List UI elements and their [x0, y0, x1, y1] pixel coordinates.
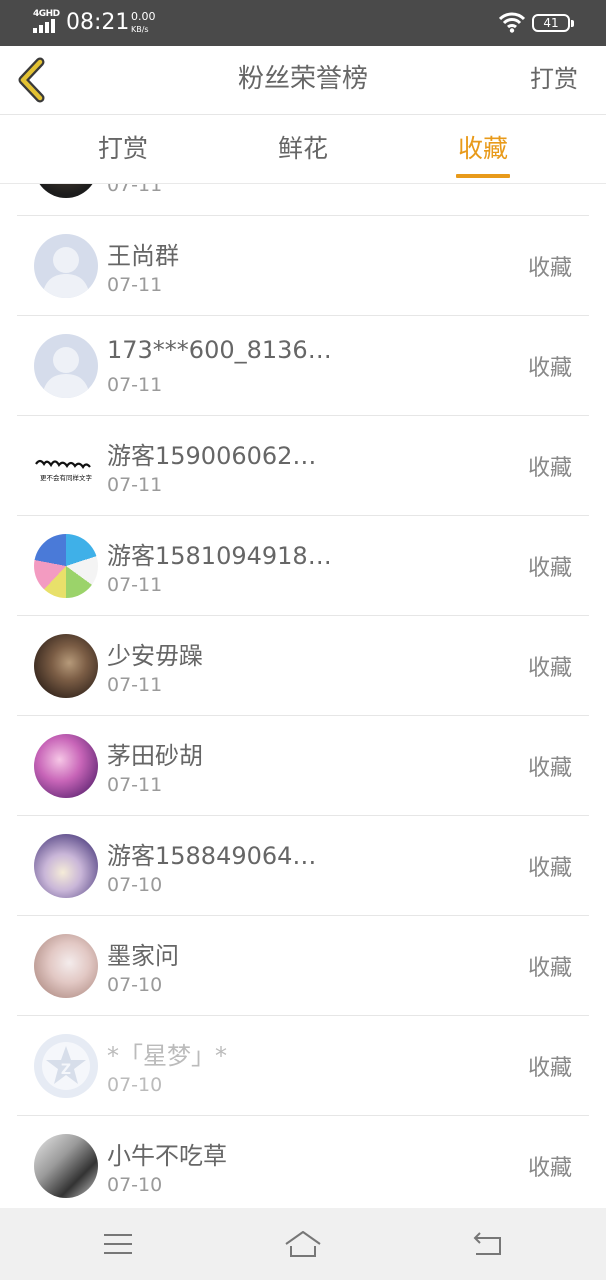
clock: 08:21: [66, 10, 130, 35]
fan-list[interactable]: 07-11 王尚群 07-11 收藏 173***600_8136… 07-11…: [0, 184, 606, 1208]
item-name: 小牛不吃草: [107, 1142, 227, 1170]
list-item[interactable]: 小牛不吃草 07-10 收藏: [17, 1116, 589, 1208]
menu-icon[interactable]: [98, 1226, 138, 1262]
item-type: 收藏: [527, 356, 572, 381]
default-user-icon: [42, 347, 90, 398]
tab-favorites[interactable]: 收藏: [403, 115, 563, 183]
item-name: 茅田砂胡: [107, 742, 203, 770]
item-date: 07-11: [107, 274, 163, 296]
list-item[interactable]: 更不会有同样文字 游客159006062… 07-11 收藏: [17, 416, 589, 516]
item-date: 07-11: [107, 574, 163, 596]
avatar: [34, 334, 98, 398]
tab-bar: 打赏 鲜花 收藏: [0, 115, 606, 184]
avatar: Z: [34, 1034, 98, 1098]
item-type: 收藏: [527, 956, 572, 981]
avatar: [34, 184, 98, 198]
status-bar: 4GHD 08:21 0.00 KB/s 41: [0, 0, 606, 46]
reward-button[interactable]: 打赏: [530, 46, 578, 114]
item-type: 收藏: [527, 556, 572, 581]
wifi-icon: [499, 12, 525, 33]
item-name: 游客1581094918…: [107, 542, 332, 570]
item-name: 王尚群: [107, 242, 179, 270]
qq-logo-icon: Z: [42, 1042, 90, 1090]
item-type: 收藏: [527, 456, 572, 481]
battery-tip: [571, 20, 574, 27]
item-date: 07-11: [107, 184, 163, 196]
avatar: [34, 634, 98, 698]
list-item[interactable]: 游客1581094918… 07-11 收藏: [17, 516, 589, 616]
active-tab-indicator: [456, 174, 510, 178]
item-type: 收藏: [527, 256, 572, 281]
battery-icon: 41: [532, 14, 570, 32]
item-name: 游客158849064…: [107, 842, 317, 870]
item-date: 07-10: [107, 874, 163, 896]
item-date: 07-11: [107, 774, 163, 796]
item-name: 墨家问: [107, 942, 179, 970]
item-name: 游客159006062…: [107, 442, 317, 470]
item-date: 07-11: [107, 374, 163, 396]
default-user-icon: [42, 247, 90, 298]
avatar: 更不会有同样文字: [34, 434, 98, 498]
system-nav-bar: [0, 1208, 606, 1280]
tab-label: 鲜花: [277, 134, 328, 163]
tab-reward[interactable]: 打赏: [43, 115, 203, 183]
item-date: 07-10: [107, 1174, 163, 1196]
network-type: 4GHD: [33, 9, 60, 19]
list-item[interactable]: 游客158849064… 07-10 收藏: [17, 816, 589, 916]
signal-icon: [33, 19, 55, 33]
item-type: 收藏: [527, 1156, 572, 1181]
item-date: 07-10: [107, 1074, 163, 1096]
avatar: [34, 934, 98, 998]
item-date: 07-10: [107, 974, 163, 996]
item-name: 173***600_8136…: [107, 336, 332, 364]
tab-label: 打赏: [97, 134, 148, 163]
avatar-caption: 更不会有同样文字: [40, 473, 93, 482]
back-icon[interactable]: [468, 1226, 508, 1262]
item-date: 07-11: [107, 474, 163, 496]
list-item[interactable]: 茅田砂胡 07-11 收藏: [17, 716, 589, 816]
back-arrow-icon[interactable]: [14, 56, 48, 104]
title-bar: 粉丝荣誉榜 打赏: [0, 46, 606, 115]
list-item[interactable]: 墨家问 07-10 收藏: [17, 916, 589, 1016]
avatar: [34, 734, 98, 798]
list-item[interactable]: Z *「星梦」* 07-10 收藏: [17, 1016, 589, 1116]
avatar: [34, 534, 98, 598]
avatar: [34, 1134, 98, 1198]
list-item[interactable]: 173***600_8136… 07-11 收藏: [17, 316, 589, 416]
item-date: 07-11: [107, 674, 163, 696]
page-title: 粉丝荣誉榜: [237, 64, 368, 94]
item-type: 收藏: [527, 756, 572, 781]
net-speed-unit: KB/s: [131, 25, 149, 34]
battery-level: 41: [543, 16, 559, 30]
tab-label: 收藏: [457, 134, 508, 163]
item-name: 少安毋躁: [107, 642, 203, 670]
net-speed-value: 0.00: [131, 10, 156, 23]
avatar: [34, 234, 98, 298]
list-item[interactable]: 07-11: [17, 184, 589, 216]
list-item[interactable]: 少安毋躁 07-11 收藏: [17, 616, 589, 716]
home-icon[interactable]: [283, 1226, 323, 1262]
item-type: 收藏: [527, 856, 572, 881]
item-type: 收藏: [527, 656, 572, 681]
avatar: [34, 834, 98, 898]
svg-text:Z: Z: [61, 1062, 71, 1078]
item-name: *「星梦」*: [107, 1042, 227, 1070]
item-type: 收藏: [527, 1056, 572, 1081]
list-item[interactable]: 王尚群 07-11 收藏: [17, 216, 589, 316]
calligraphy-image: 更不会有同样文字: [35, 459, 93, 482]
tab-flowers[interactable]: 鲜花: [223, 115, 383, 183]
